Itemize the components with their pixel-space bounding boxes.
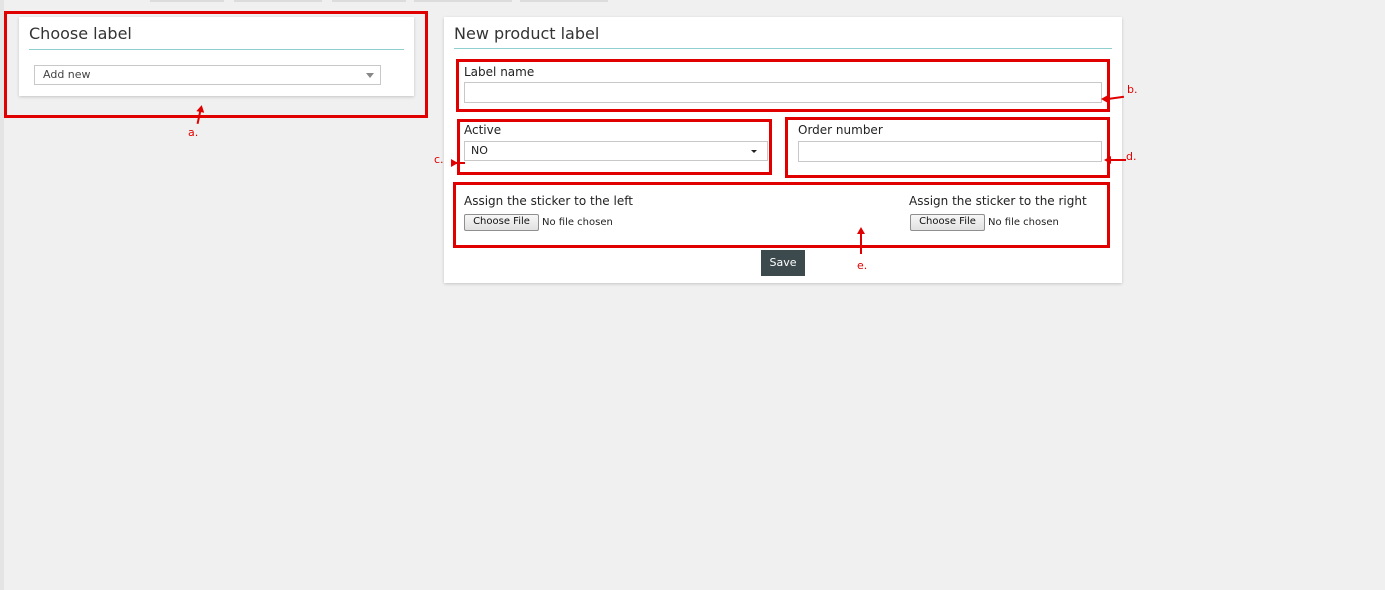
annotation-box-c bbox=[457, 119, 772, 175]
annotation-box-d bbox=[785, 117, 1110, 178]
top-tab-4[interactable] bbox=[414, 0, 512, 2]
top-tab-5[interactable] bbox=[520, 0, 608, 2]
arrowhead-a-icon bbox=[196, 104, 206, 113]
top-tab-3[interactable] bbox=[332, 0, 406, 2]
annotation-arrow-e bbox=[860, 232, 862, 254]
new-product-label-title: New product label bbox=[454, 24, 600, 43]
annotation-label-b: b. bbox=[1127, 83, 1138, 96]
annotation-label-a: a. bbox=[188, 126, 199, 139]
save-button[interactable]: Save bbox=[761, 250, 805, 276]
annotation-box-b bbox=[456, 59, 1110, 112]
annotation-label-c: c. bbox=[434, 153, 444, 166]
new-product-label-rule bbox=[454, 48, 1112, 49]
arrowhead-b-icon bbox=[1101, 95, 1108, 103]
top-tab-2[interactable] bbox=[234, 0, 322, 2]
annotation-label-d: d. bbox=[1126, 150, 1137, 163]
top-tab-1[interactable] bbox=[150, 0, 224, 2]
annotation-label-e: e. bbox=[857, 259, 868, 272]
arrowhead-e-icon bbox=[857, 227, 865, 234]
annotation-box-a bbox=[4, 11, 428, 118]
annotation-box-e bbox=[453, 182, 1110, 248]
annotation-arrow-d bbox=[1109, 159, 1126, 161]
arrowhead-c-icon bbox=[451, 159, 458, 167]
arrowhead-d-icon bbox=[1104, 156, 1111, 164]
